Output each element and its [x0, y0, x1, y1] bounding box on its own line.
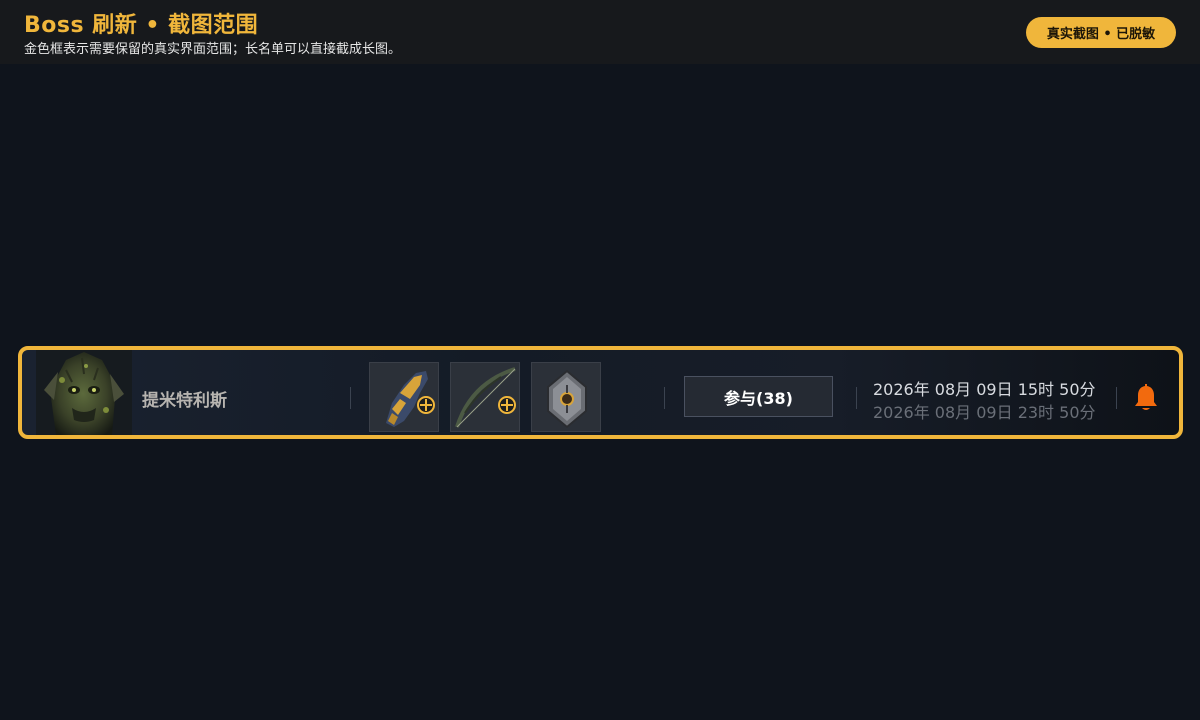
treant-portrait-image: [36, 350, 132, 435]
drop-item-shield[interactable]: [531, 362, 601, 432]
shield-icon: [547, 369, 587, 429]
boss-name: 提米特利斯: [142, 391, 227, 411]
spawn-time-end: 2026年 08月 09日 23时 50分: [873, 403, 1096, 422]
page-title: Boss 刷新 • 截图范围: [24, 13, 259, 38]
divider: [1116, 387, 1117, 409]
capture-frame: 提米特利斯 参与(38) 2026年 08月 09日 15时 50分 2026年…: [18, 346, 1183, 439]
drop-item-bow[interactable]: [450, 362, 520, 432]
gauntlet-icon: [386, 371, 435, 427]
divider: [856, 387, 857, 409]
spawn-time-start: 2026年 08月 09日 15时 50分: [873, 380, 1096, 399]
bell-icon[interactable]: [1134, 384, 1158, 412]
divider: [664, 387, 665, 409]
boss-row[interactable]: 提米特利斯 参与(38) 2026年 08月 09日 15时 50分 2026年…: [22, 350, 1179, 435]
top-bar: Boss 刷新 • 截图范围 金色框表示需要保留的真实界面范围；长名单可以直接截…: [0, 0, 1200, 64]
divider: [350, 387, 351, 409]
boss-portrait: [36, 350, 132, 435]
join-button[interactable]: 参与(38): [684, 376, 833, 417]
bow-icon: [455, 367, 516, 428]
status-badge: 真实截图 • 已脱敏: [1026, 17, 1176, 48]
drop-item-gauntlet[interactable]: [369, 362, 439, 432]
page-subtitle: 金色框表示需要保留的真实界面范围；长名单可以直接截成长图。: [24, 42, 402, 57]
